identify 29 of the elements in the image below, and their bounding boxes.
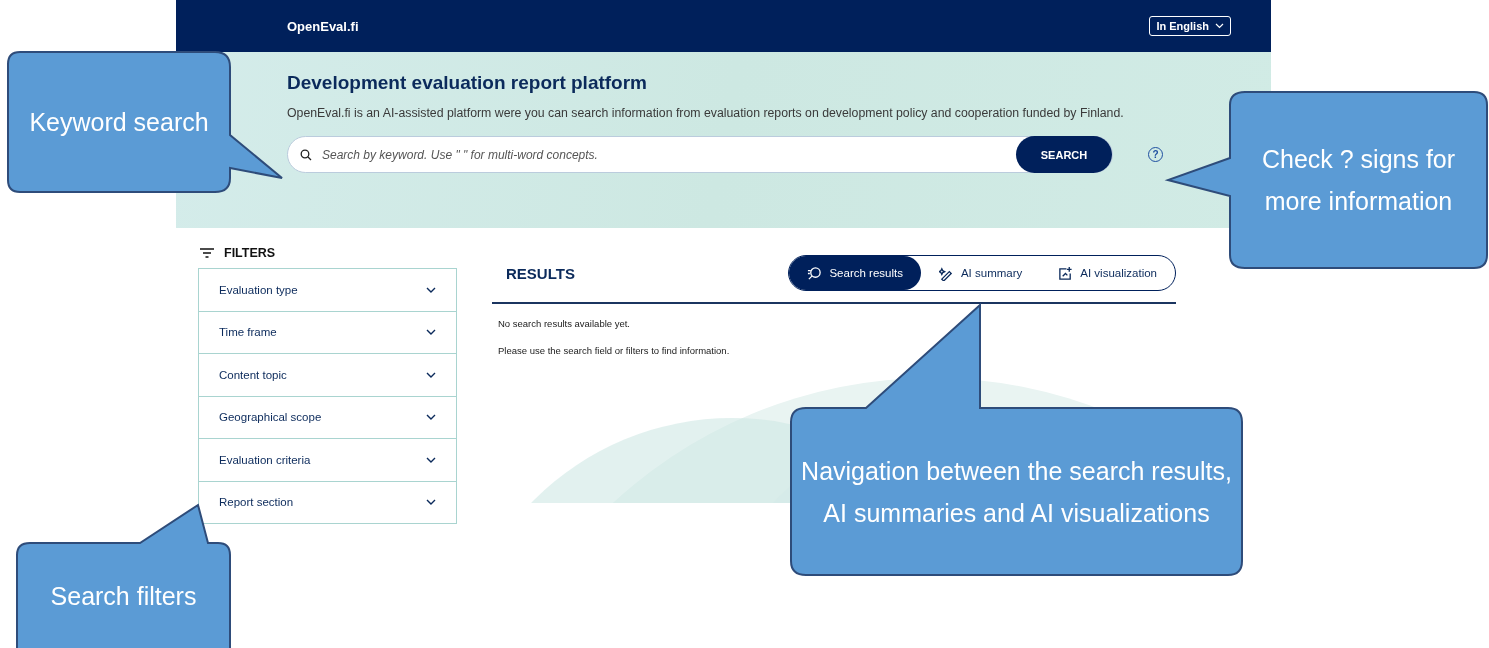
search-icon (300, 148, 312, 161)
platform-description: OpenEval.fi is an AI-assisted platform were you can search information from evaluation reports on development policy and cooperation funded by Finland. (287, 105, 1125, 122)
callout-text: Navigation between the search results, AI summaries and AI visualizations (801, 455, 1232, 529)
view-tab[interactable]: AI visualization (1040, 256, 1175, 290)
results-message: Please use the search field or filters to find information. (498, 345, 731, 356)
chevron-down-icon (426, 414, 436, 421)
results-message: No search results available yet. (498, 318, 631, 329)
view-tab[interactable]: Search results (789, 256, 921, 290)
filters-heading: FILTERS (224, 246, 276, 260)
chevron-down-icon (1215, 23, 1224, 29)
add-chart-icon (1058, 265, 1074, 281)
callout-text: Keyword search (29, 107, 209, 138)
chevron-down-icon (426, 499, 436, 506)
site-logo[interactable]: OpenEval.fi (287, 18, 359, 34)
callout-text: Search filters (50, 580, 197, 612)
chevron-down-icon (426, 456, 436, 463)
filter-icon (200, 248, 214, 258)
callout-text: Check ? signs for more information (1260, 144, 1457, 217)
magic-wand-icon (938, 265, 954, 281)
language-dropdown[interactable]: In English (1149, 16, 1231, 36)
results-heading: RESULTS (506, 264, 575, 282)
chevron-down-icon (426, 329, 436, 336)
view-tab[interactable]: AI summary (920, 256, 1041, 290)
search-history-icon (807, 265, 823, 281)
page-title: Development evaluation report platform (287, 72, 648, 94)
search-button[interactable]: SEARCH (1016, 136, 1112, 173)
chevron-down-icon (426, 286, 436, 293)
chevron-down-icon (426, 371, 436, 378)
search-field[interactable]: Search by keyword. Use " " for multi-word concepts. SEARCH (287, 136, 1113, 173)
